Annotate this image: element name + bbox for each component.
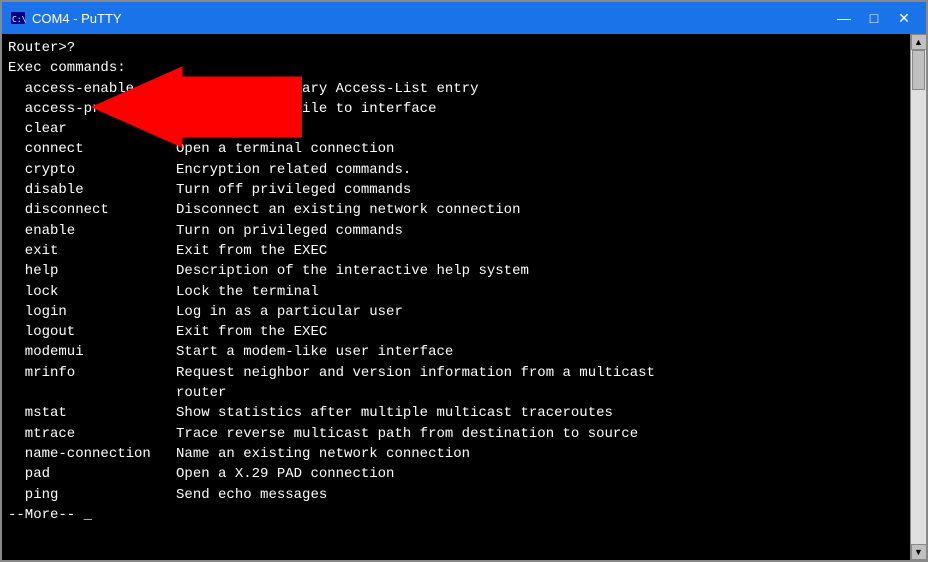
- scrollbar-track[interactable]: [911, 50, 926, 544]
- title-bar-controls: — □ ✕: [830, 6, 918, 30]
- terminal-content[interactable]: Router>? Exec commands: access-enable Cr…: [2, 34, 910, 560]
- terminal-wrapper: Router>? Exec commands: access-enable Cr…: [2, 34, 926, 560]
- scrollbar-up-arrow[interactable]: ▲: [911, 34, 927, 50]
- scrollbar[interactable]: ▲ ▼: [910, 34, 926, 560]
- putty-window: C:\ COM4 - PuTTY — □ ✕ Router>? Exec com…: [0, 0, 928, 562]
- scrollbar-down-arrow[interactable]: ▼: [911, 544, 927, 560]
- window-title: COM4 - PuTTY: [32, 11, 122, 26]
- title-bar-left: C:\ COM4 - PuTTY: [10, 10, 122, 26]
- close-button[interactable]: ✕: [890, 6, 918, 30]
- minimize-button[interactable]: —: [830, 6, 858, 30]
- title-bar: C:\ COM4 - PuTTY — □ ✕: [2, 2, 926, 34]
- scrollbar-thumb[interactable]: [912, 50, 925, 90]
- maximize-button[interactable]: □: [860, 6, 888, 30]
- terminal-icon: C:\: [10, 10, 26, 26]
- terminal-output: Router>? Exec commands: access-enable Cr…: [8, 38, 904, 525]
- svg-text:C:\: C:\: [12, 15, 26, 24]
